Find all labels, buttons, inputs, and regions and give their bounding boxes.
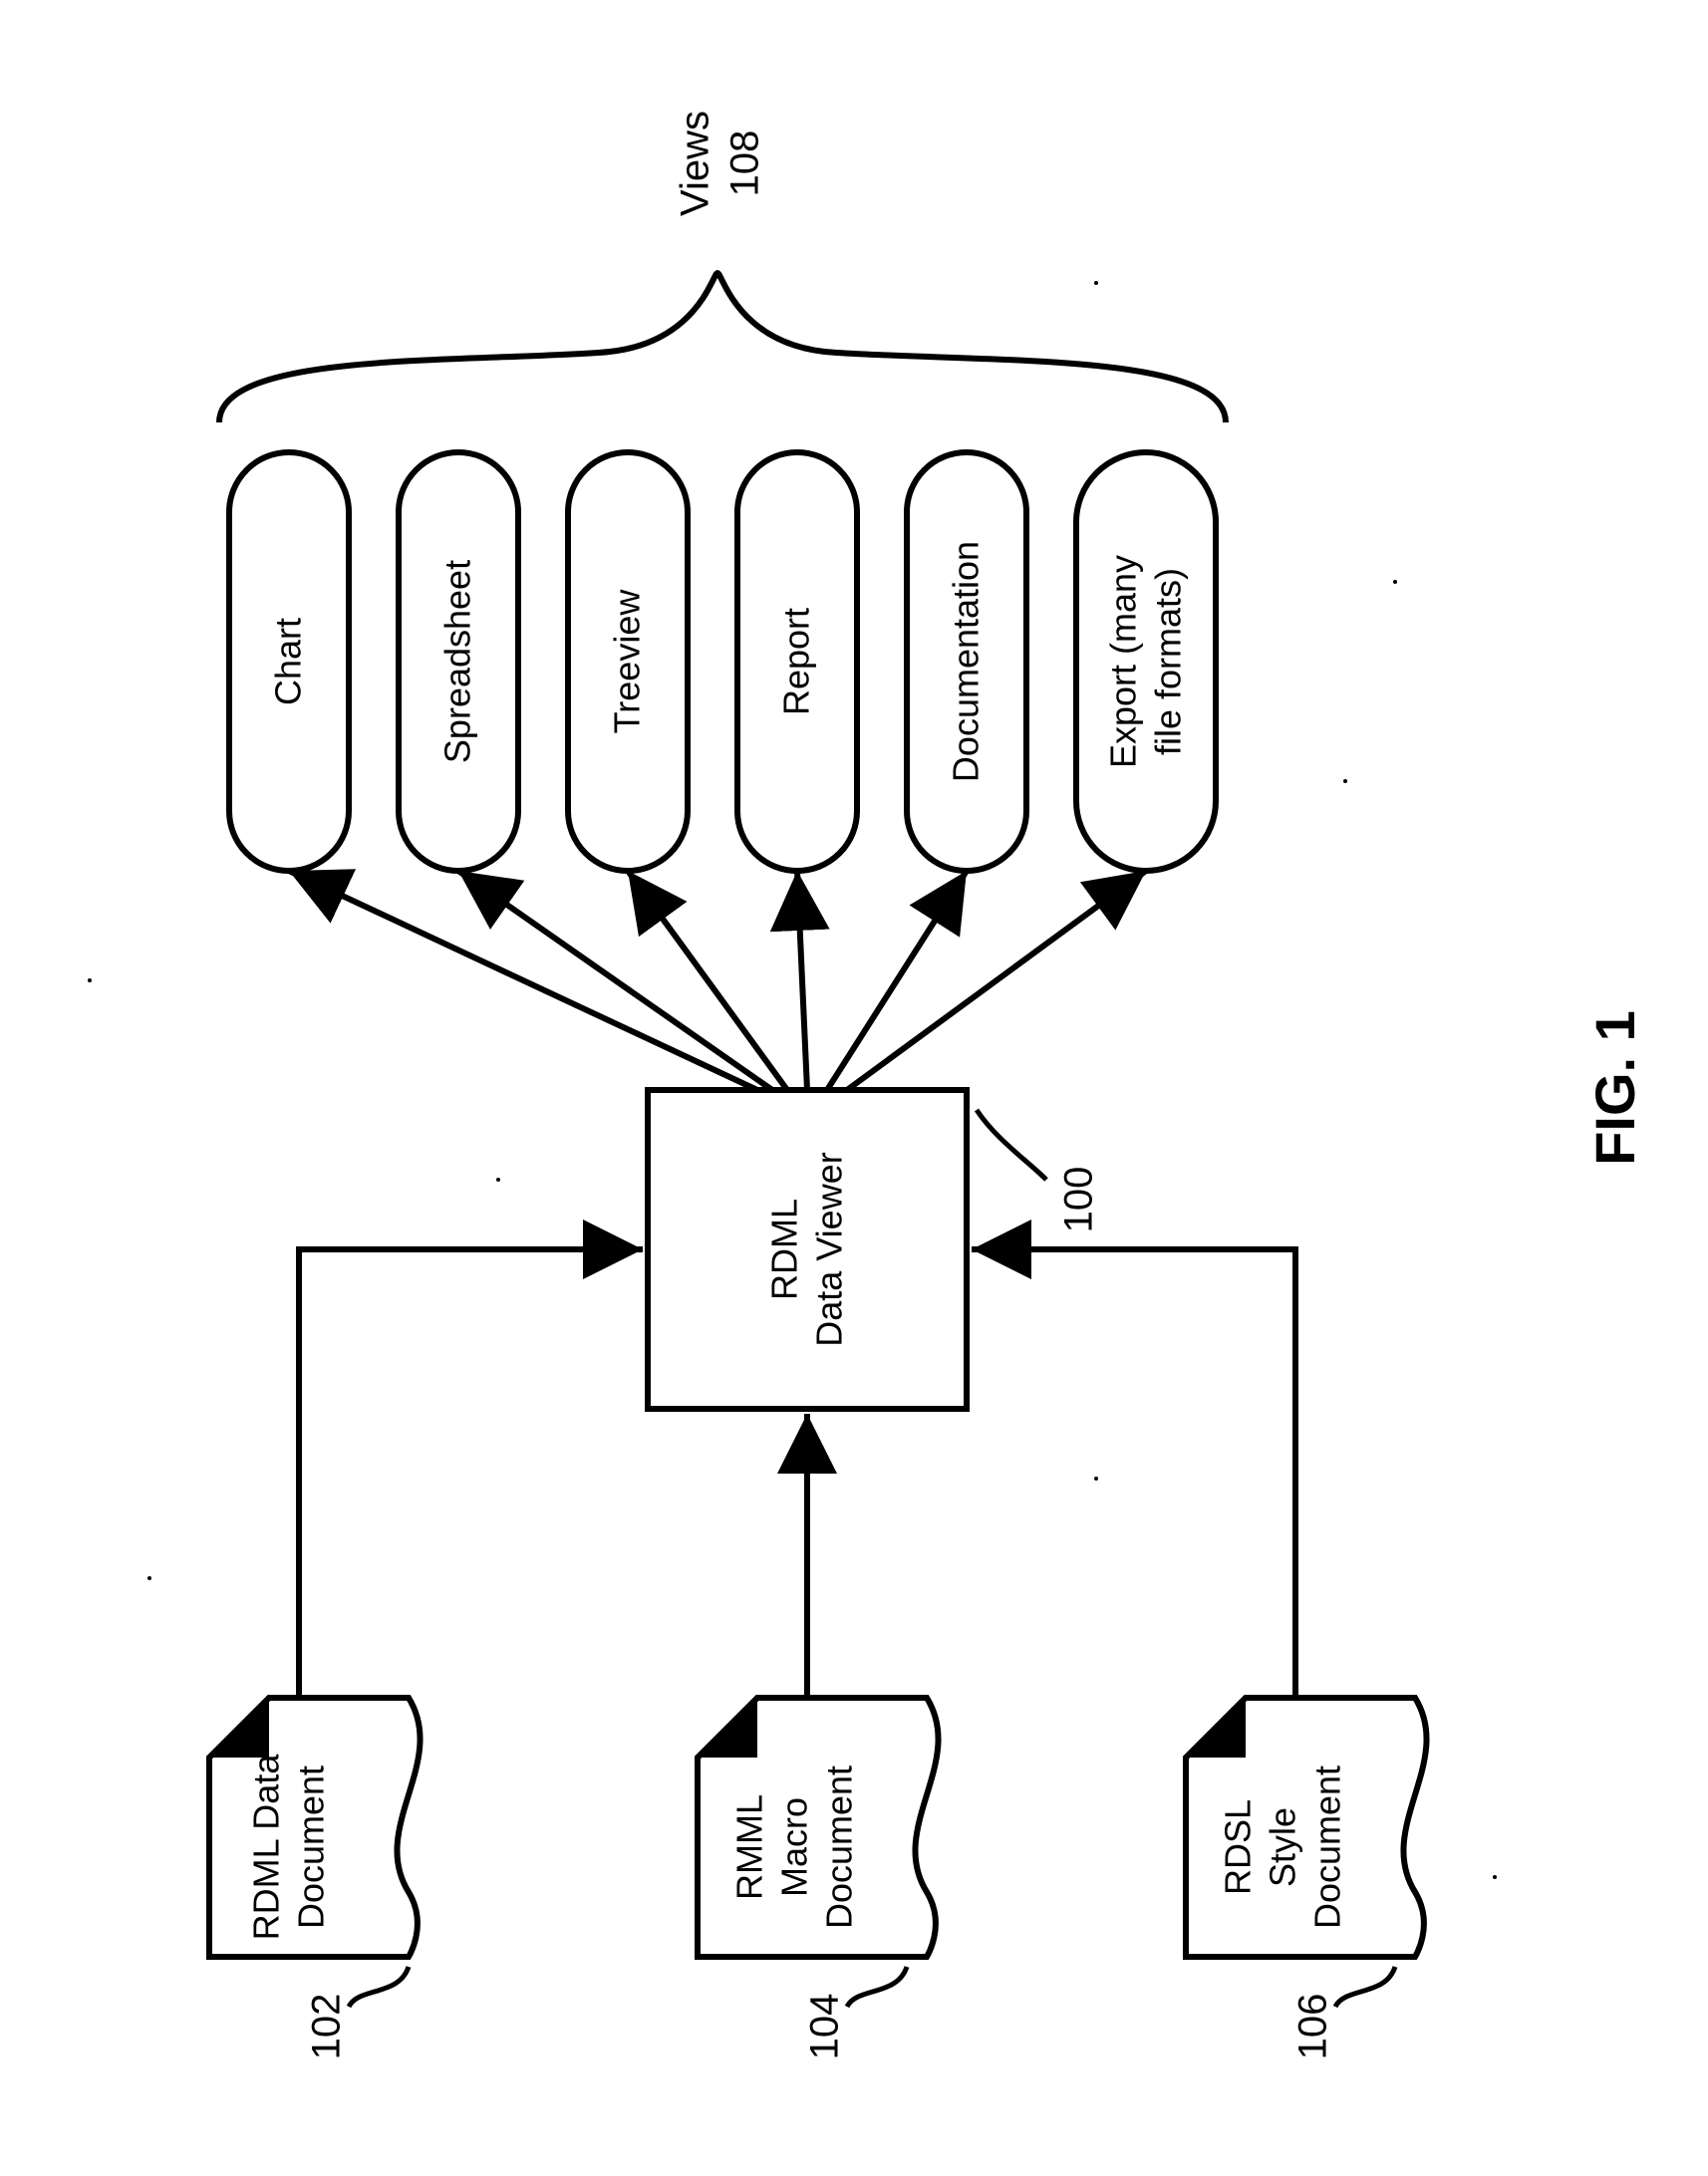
- view-treeview-label: Treeview: [607, 589, 648, 734]
- rmml-label-2: Macro: [774, 1797, 815, 1897]
- view-export: Export (many file formats): [1076, 452, 1216, 871]
- arrow-to-chart: [289, 871, 757, 1090]
- view-documentation: Documentation: [907, 452, 1026, 871]
- ref-100: 100: [1057, 1167, 1101, 1233]
- arrow-rdsl-to-viewer: [972, 1249, 1295, 1698]
- view-export-label-1: Export (many: [1103, 555, 1144, 768]
- view-report-label: Report: [776, 608, 817, 715]
- viewer-label-1: RDML: [764, 1199, 805, 1300]
- views-label: Views: [674, 111, 717, 216]
- rdml-data-viewer: RDML Data Viewer: [648, 1090, 967, 1409]
- view-chart: Chart: [229, 452, 349, 871]
- rmml-macro-document: RMML Macro Document: [698, 1698, 939, 1957]
- rmml-label-1: RMML: [729, 1794, 770, 1900]
- arrow-to-export: [847, 871, 1146, 1090]
- ref-104: 104: [803, 1994, 847, 2060]
- view-report: Report: [737, 452, 857, 871]
- viewer-label-2: Data Viewer: [809, 1152, 850, 1346]
- arrow-to-report: [797, 871, 807, 1090]
- arrow-to-spreadsheet: [458, 871, 772, 1090]
- rdsl-label-3: Document: [1307, 1766, 1348, 1929]
- view-spreadsheet-label: Spreadsheet: [437, 560, 478, 763]
- rdml-data-label-2: Document: [291, 1766, 332, 1929]
- rmml-label-3: Document: [819, 1766, 860, 1929]
- ref-102: 102: [305, 1994, 349, 2060]
- view-treeview: Treeview: [568, 452, 688, 871]
- figure-caption: FIG. 1: [1583, 1010, 1646, 1166]
- view-documentation-label: Documentation: [946, 541, 987, 782]
- view-export-label-2: file formats): [1148, 568, 1189, 755]
- rdsl-label-1: RDSL: [1218, 1799, 1259, 1895]
- views-brace: [219, 273, 1226, 422]
- rdml-data-document: RDML Data Document: [209, 1698, 421, 1957]
- arrow-to-treeview: [628, 871, 787, 1090]
- arrow-rdml-to-viewer: [299, 1249, 643, 1698]
- rdsl-style-document: RDSL Style Document: [1186, 1698, 1427, 1957]
- view-chart-label: Chart: [268, 618, 309, 705]
- ref-108: 108: [723, 131, 767, 197]
- rdml-data-label-1: RDML Data: [246, 1754, 287, 1941]
- ref-106: 106: [1291, 1994, 1335, 2060]
- rdsl-label-2: Style: [1263, 1807, 1303, 1887]
- view-spreadsheet: Spreadsheet: [399, 452, 518, 871]
